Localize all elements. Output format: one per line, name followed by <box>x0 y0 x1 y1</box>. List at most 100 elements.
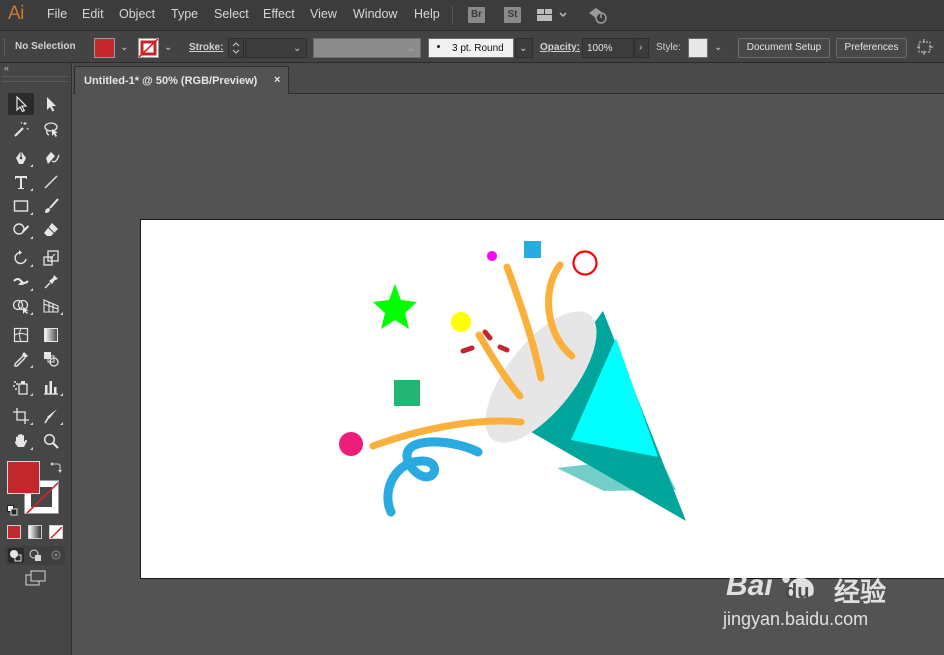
menu-edit[interactable]: Edit <box>82 7 104 21</box>
menu-help[interactable]: Help <box>414 7 440 21</box>
slice-tool[interactable] <box>38 405 64 427</box>
column-graph-tool[interactable] <box>38 376 64 398</box>
yellow-dot <box>451 312 471 332</box>
menu-file[interactable]: File <box>47 7 67 21</box>
opacity-field[interactable]: 100% <box>582 38 634 58</box>
magenta-dot <box>487 251 497 261</box>
shaper-icon <box>13 223 29 235</box>
artboard[interactable] <box>140 219 944 579</box>
opacity-label[interactable]: Opacity: <box>540 42 580 53</box>
fill-color-swatch[interactable] <box>7 461 40 494</box>
menu-effect[interactable]: Effect <box>263 7 295 21</box>
none-mode-button[interactable] <box>49 525 63 539</box>
graphic-style-swatch[interactable] <box>688 38 708 58</box>
opacity-expand-button[interactable]: › <box>634 38 649 58</box>
document-setup-button[interactable]: Document Setup <box>738 38 830 58</box>
screen-mode-icon[interactable] <box>25 570 47 593</box>
stroke-dropdown-icon[interactable]: ⌄ <box>164 42 172 53</box>
close-icon[interactable]: × <box>274 74 280 86</box>
shaper-tool[interactable] <box>8 219 34 241</box>
gradient-mode-button[interactable] <box>28 525 42 539</box>
magic-wand-tool[interactable] <box>8 118 34 140</box>
puppet-pin-icon <box>44 275 58 289</box>
direct-selection-arrow-icon <box>47 97 56 112</box>
party-popper-artwork <box>339 241 686 521</box>
curvature-pen-icon <box>46 152 60 164</box>
magnifier-icon <box>43 433 59 449</box>
hand-icon <box>15 434 27 447</box>
pen-tool[interactable] <box>8 147 34 169</box>
app-logo[interactable]: Ai <box>8 3 24 25</box>
artboard-tool[interactable] <box>8 405 34 427</box>
line-segment-tool[interactable] <box>38 171 64 193</box>
stroke-swatch[interactable] <box>138 38 159 58</box>
type-tool[interactable] <box>8 171 34 193</box>
gradient-tool[interactable] <box>38 324 64 346</box>
stroke-weight-field[interactable]: ⌄ <box>245 38 307 58</box>
style-dropdown-icon[interactable]: ⌄ <box>714 42 722 53</box>
eraser-tool[interactable] <box>38 219 64 241</box>
zoom-tool[interactable] <box>38 430 64 452</box>
selection-status: No Selection <box>15 41 76 52</box>
perspective-grid-tool[interactable] <box>38 295 64 317</box>
opacity-value: 100% <box>587 43 613 54</box>
bridge-button[interactable]: Br <box>468 7 485 23</box>
arrange-documents-icon[interactable] <box>916 39 934 60</box>
pen-nib-icon <box>16 151 26 164</box>
mesh-tool[interactable] <box>8 324 34 346</box>
stock-button[interactable]: St <box>504 7 521 23</box>
color-mode-button[interactable] <box>7 525 21 539</box>
menu-view[interactable]: View <box>310 7 337 21</box>
red-ring <box>572 250 598 276</box>
default-colors-icon[interactable] <box>7 503 18 521</box>
width-icon <box>13 278 29 285</box>
gpu-performance-icon[interactable] <box>587 5 609 30</box>
menu-type[interactable]: Type <box>171 7 198 21</box>
workspace-switcher-icon[interactable] <box>537 8 567 27</box>
preferences-button[interactable]: Preferences <box>836 38 907 58</box>
eraser-icon <box>44 223 58 236</box>
curvature-tool[interactable] <box>38 147 64 169</box>
document-tab[interactable]: Untitled-1* @ 50% (RGB/Preview) × <box>74 66 289 94</box>
fill-swatch[interactable] <box>94 38 115 58</box>
direct-selection-tool[interactable] <box>38 93 64 115</box>
panel-grip[interactable] <box>2 76 68 82</box>
document-tab-title: Untitled-1* @ 50% (RGB/Preview) <box>84 75 258 87</box>
rectangle-icon <box>13 200 29 212</box>
rectangle-tool[interactable] <box>8 195 34 217</box>
menu-window[interactable]: Window <box>353 7 397 21</box>
swap-fill-stroke-icon[interactable] <box>50 460 62 478</box>
width-tool[interactable] <box>8 271 34 293</box>
shape-builder-tool[interactable] <box>8 295 34 317</box>
puppet-warp-tool[interactable] <box>38 271 64 293</box>
draw-normal-icon[interactable] <box>8 548 24 563</box>
eyedropper-tool[interactable] <box>8 348 34 370</box>
gradient-icon <box>44 328 58 342</box>
blend-tool[interactable] <box>38 348 64 370</box>
brush-dot-icon <box>437 45 440 48</box>
lasso-tool[interactable] <box>38 118 64 140</box>
blue-streamer <box>383 437 483 517</box>
brush-definition[interactable]: 3 pt. Round <box>428 38 514 58</box>
stroke-weight-stepper[interactable] <box>228 38 244 58</box>
menu-select[interactable]: Select <box>214 7 249 21</box>
watermark-url: jingyan.baidu.com <box>723 609 869 629</box>
style-label: Style: <box>656 42 682 53</box>
selection-tool[interactable] <box>8 93 34 115</box>
shape-builder-icon <box>12 299 29 314</box>
brush-dropdown[interactable]: ⌄ <box>515 38 533 58</box>
control-bar: No Selection ⌄ ⌄ Stroke: ⌄ ⌄ 3 pt. Round… <box>0 31 944 63</box>
paintbrush-tool[interactable] <box>38 195 64 217</box>
collapse-panel-icon[interactable]: « <box>4 63 9 73</box>
variable-width-profile[interactable]: ⌄ <box>313 38 421 58</box>
draw-inside-icon[interactable] <box>48 548 64 568</box>
rotate-tool[interactable] <box>8 247 34 269</box>
draw-behind-icon[interactable] <box>28 548 44 568</box>
menu-object[interactable]: Object <box>119 7 155 21</box>
symbol-sprayer-tool[interactable] <box>8 376 34 398</box>
rotate-icon <box>14 250 27 265</box>
stroke-label[interactable]: Stroke: <box>189 42 223 53</box>
scale-tool[interactable] <box>38 247 64 269</box>
fill-dropdown-icon[interactable]: ⌄ <box>120 42 128 53</box>
hand-tool[interactable] <box>8 430 34 452</box>
